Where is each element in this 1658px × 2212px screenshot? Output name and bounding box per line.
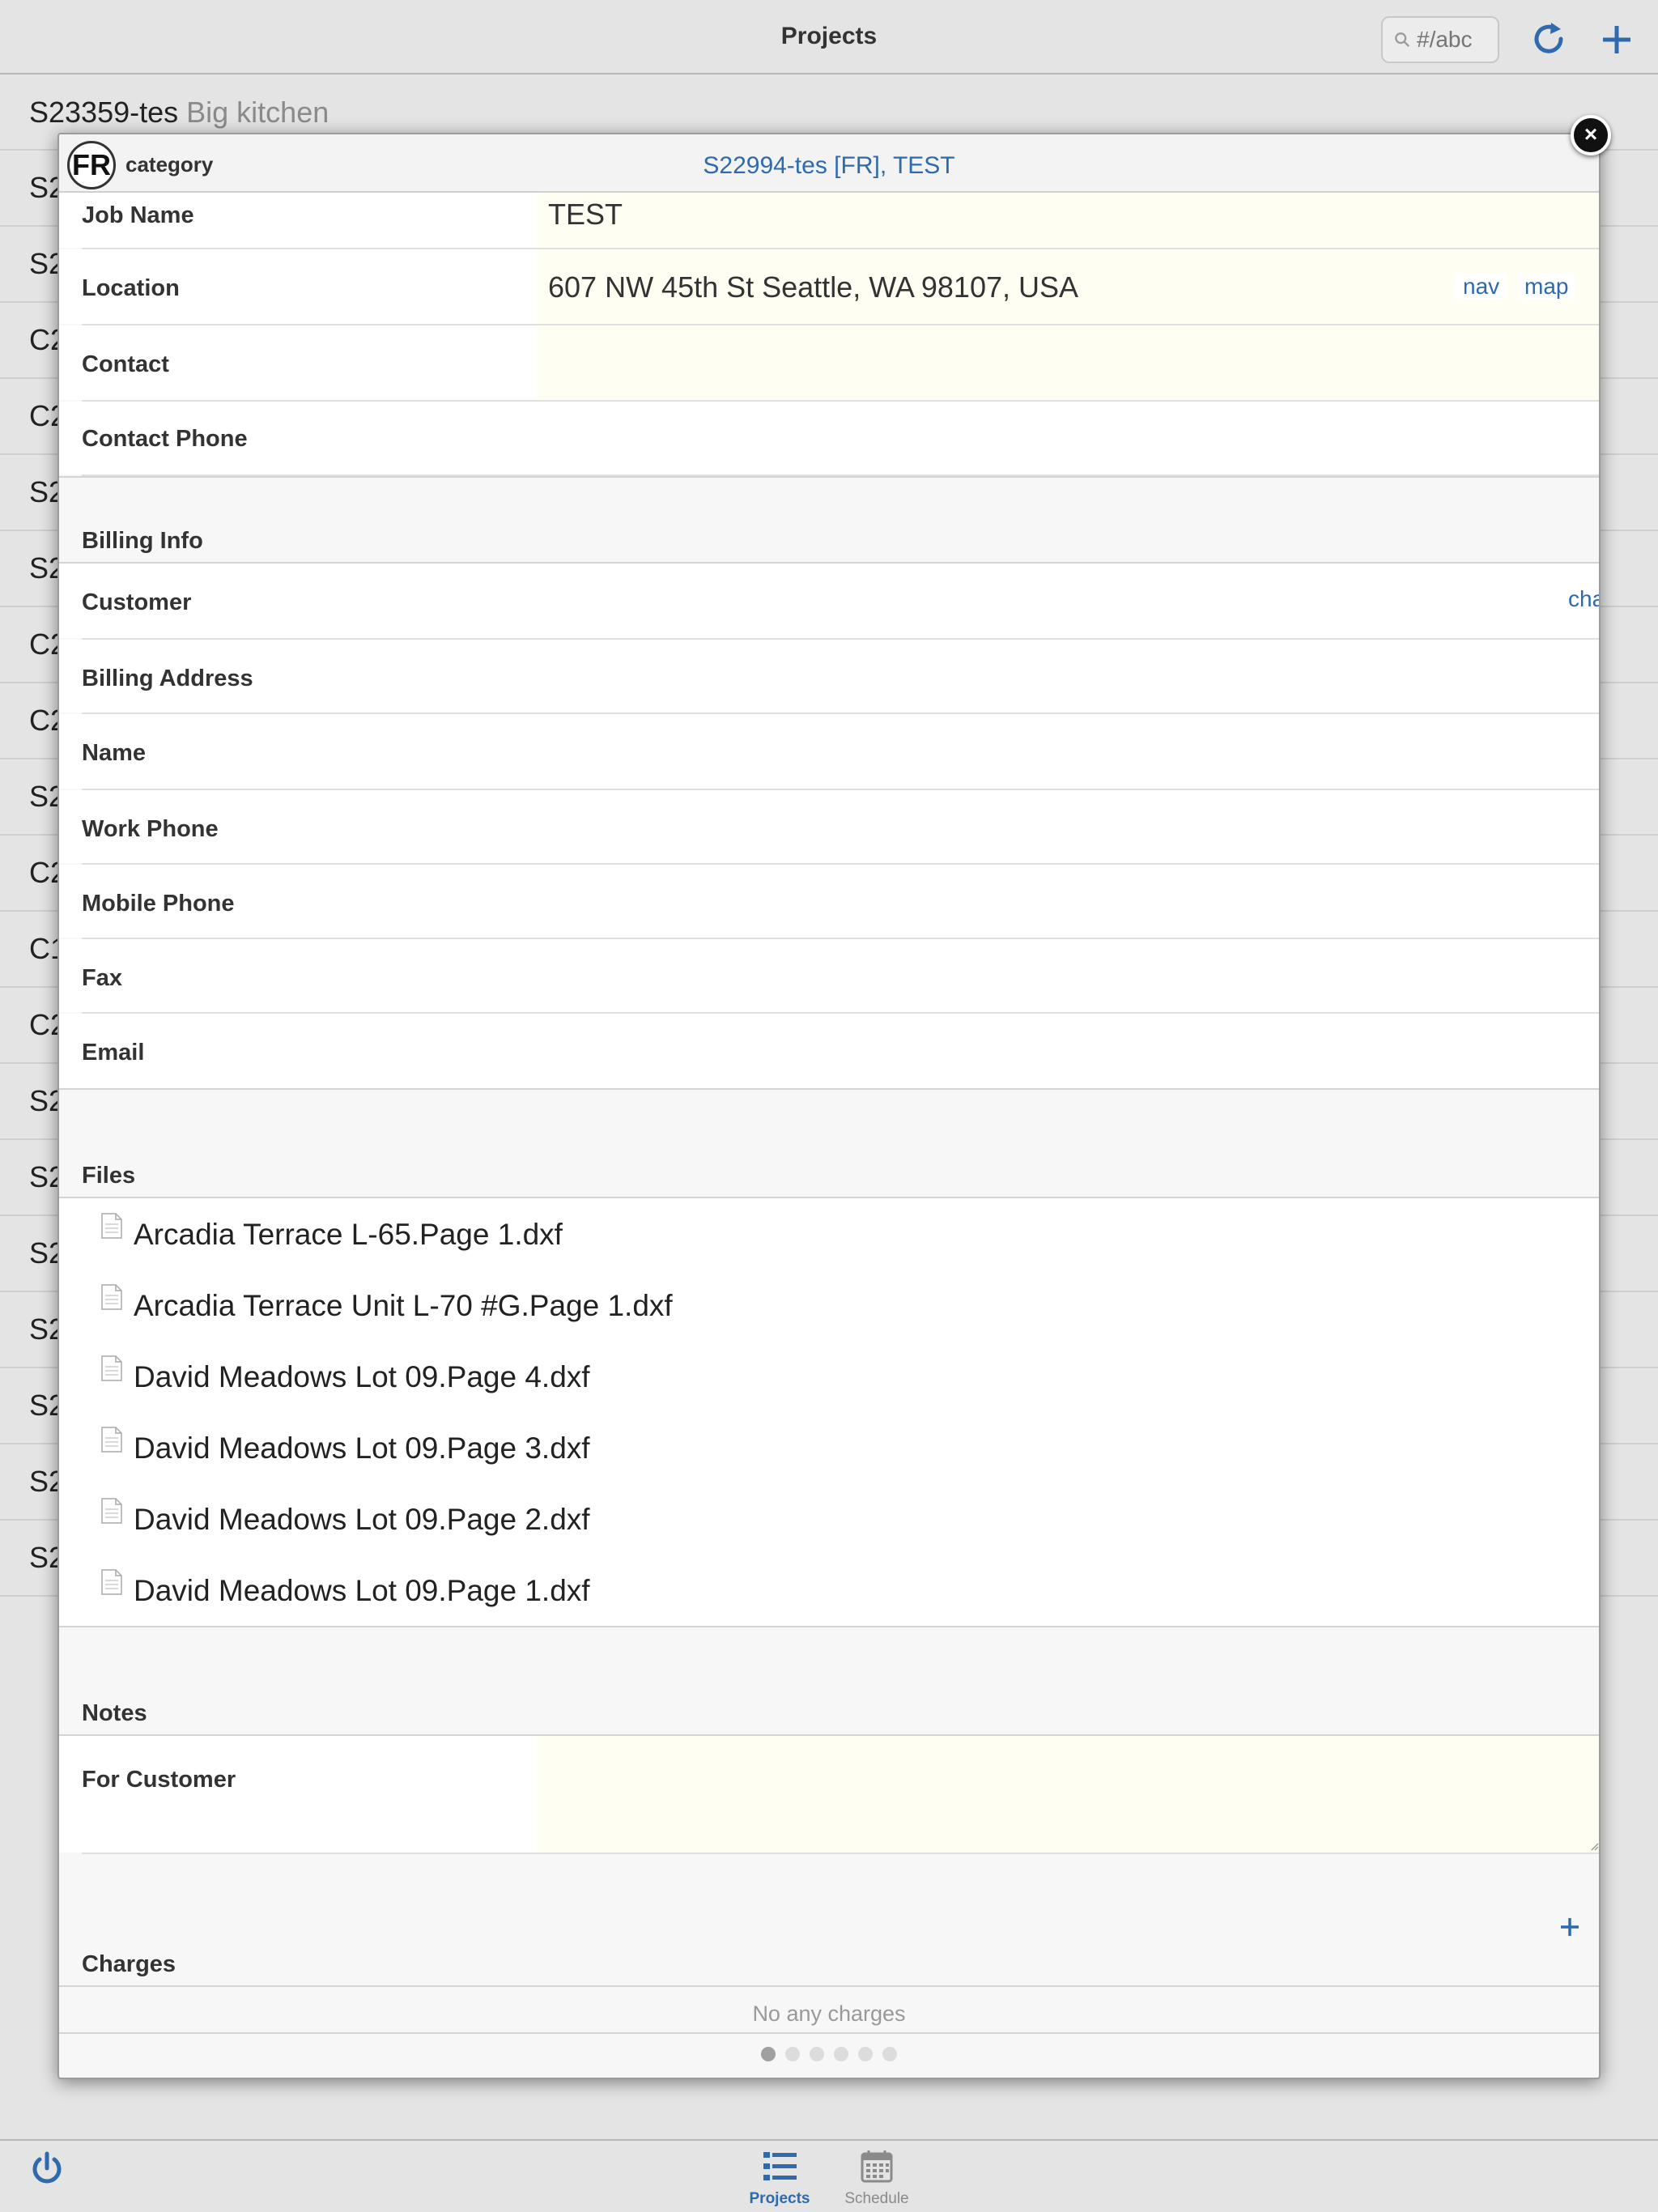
- file-item[interactable]: Arcadia Terrace L-65.Page 1.dxf: [59, 1198, 1599, 1270]
- document-icon: [101, 1498, 122, 1524]
- file-name: David Meadows Lot 09.Page 1.dxf: [134, 1574, 590, 1607]
- contact-phone-row: Contact Phone: [59, 402, 1599, 476]
- billing-address-label: Billing Address: [82, 666, 253, 691]
- job-name-value: TEST: [548, 198, 623, 231]
- work-phone-row: Work Phone: [59, 790, 1599, 865]
- modal-header: FR category S22994-tes [FR], TEST: [59, 134, 1599, 193]
- change-customer-link[interactable]: change: [1568, 586, 1599, 612]
- top-bar: Projects: [0, 0, 1658, 74]
- power-icon[interactable]: [29, 2150, 65, 2186]
- charges-header: Charges: [82, 1951, 176, 1977]
- file-name: Arcadia Terrace Unit L-70 #G.Page 1.dxf: [134, 1289, 673, 1322]
- billing-address-row: Billing Address: [59, 640, 1599, 714]
- page-dot[interactable]: [810, 2047, 824, 2061]
- modal-title: S22994-tes [FR], TEST: [703, 152, 955, 179]
- project-code: S23359-tes: [29, 96, 179, 129]
- search-icon: [1395, 32, 1409, 47]
- add-charge-icon[interactable]: [1558, 1916, 1581, 1938]
- nav-link[interactable]: nav: [1455, 274, 1508, 300]
- calendar-icon: [861, 2150, 893, 2183]
- for-customer-textarea[interactable]: [537, 1736, 1599, 1853]
- page-dot[interactable]: [834, 2047, 848, 2061]
- customer-row[interactable]: Customer change: [59, 564, 1599, 640]
- tab-schedule[interactable]: Schedule: [832, 2149, 921, 2208]
- bottom-tab-bar: Projects Schedule: [0, 2139, 1658, 2212]
- project-detail-modal: FR category S22994-tes [FR], TEST Job Na…: [57, 133, 1601, 2079]
- for-customer-label: For Customer: [82, 1767, 236, 1793]
- fax-label: Fax: [82, 965, 122, 991]
- location-label: Location: [82, 275, 180, 301]
- contact-row: Contact: [59, 325, 1599, 402]
- close-modal-button[interactable]: ×: [1571, 115, 1611, 155]
- fax-row: Fax: [59, 939, 1599, 1014]
- search-input[interactable]: [1417, 27, 1498, 53]
- file-item[interactable]: Arcadia Terrace Unit L-70 #G.Page 1.dxf: [59, 1270, 1599, 1341]
- email-row: Email: [59, 1014, 1599, 1090]
- resize-handle-icon[interactable]: [1591, 1843, 1599, 1851]
- contact-label: Contact: [82, 351, 169, 377]
- file-name: Arcadia Terrace L-65.Page 1.dxf: [134, 1218, 563, 1251]
- page-dot[interactable]: [785, 2047, 800, 2061]
- for-customer-row: For Customer: [59, 1736, 1599, 1854]
- document-icon: [101, 1427, 122, 1453]
- refresh-icon[interactable]: [1530, 21, 1567, 58]
- document-icon: [101, 1569, 122, 1595]
- document-icon: [101, 1284, 122, 1310]
- work-phone-label: Work Phone: [82, 816, 219, 842]
- no-charges-text: No any charges: [752, 2001, 906, 2026]
- tab-projects[interactable]: Projects: [735, 2149, 824, 2208]
- file-item[interactable]: David Meadows Lot 09.Page 2.dxf: [59, 1483, 1599, 1555]
- billing-info-header: Billing Info: [82, 528, 203, 554]
- files-header: Files: [82, 1163, 136, 1189]
- page-dot[interactable]: [882, 2047, 897, 2061]
- list-icon: [763, 2152, 797, 2180]
- file-name: David Meadows Lot 09.Page 2.dxf: [134, 1503, 590, 1536]
- map-link[interactable]: map: [1518, 274, 1575, 300]
- file-item[interactable]: David Meadows Lot 09.Page 1.dxf: [59, 1555, 1599, 1626]
- document-icon: [101, 1213, 122, 1239]
- tab-projects-label: Projects: [749, 2190, 810, 2207]
- notes-header: Notes: [82, 1700, 147, 1726]
- mobile-phone-row: Mobile Phone: [59, 865, 1599, 939]
- location-row: Location 607 NW 45th St Seattle, WA 9810…: [59, 249, 1599, 325]
- close-icon: ×: [1584, 121, 1598, 147]
- page-dot[interactable]: [858, 2047, 873, 2061]
- file-item[interactable]: David Meadows Lot 09.Page 4.dxf: [59, 1341, 1599, 1412]
- page-indicator[interactable]: [59, 2047, 1599, 2065]
- page-dot[interactable]: [761, 2047, 776, 2061]
- add-project-icon[interactable]: [1598, 21, 1635, 58]
- contact-field[interactable]: [537, 325, 1599, 400]
- file-name: David Meadows Lot 09.Page 3.dxf: [134, 1431, 590, 1465]
- name-label: Name: [82, 740, 146, 766]
- file-item[interactable]: David Meadows Lot 09.Page 3.dxf: [59, 1412, 1599, 1483]
- location-value: 607 NW 45th St Seattle, WA 98107, USA: [548, 270, 1079, 304]
- contact-phone-label: Contact Phone: [82, 426, 248, 452]
- tab-schedule-label: Schedule: [844, 2190, 909, 2207]
- search-box[interactable]: [1381, 16, 1499, 63]
- name-row: Name: [59, 714, 1599, 790]
- project-desc: Big kitchen: [186, 96, 329, 129]
- mobile-phone-label: Mobile Phone: [82, 891, 235, 917]
- email-label: Email: [82, 1040, 145, 1066]
- job-name-label: Job Name: [82, 202, 194, 228]
- file-name: David Meadows Lot 09.Page 4.dxf: [134, 1360, 590, 1393]
- customer-label: Customer: [82, 589, 192, 615]
- document-icon: [101, 1355, 122, 1381]
